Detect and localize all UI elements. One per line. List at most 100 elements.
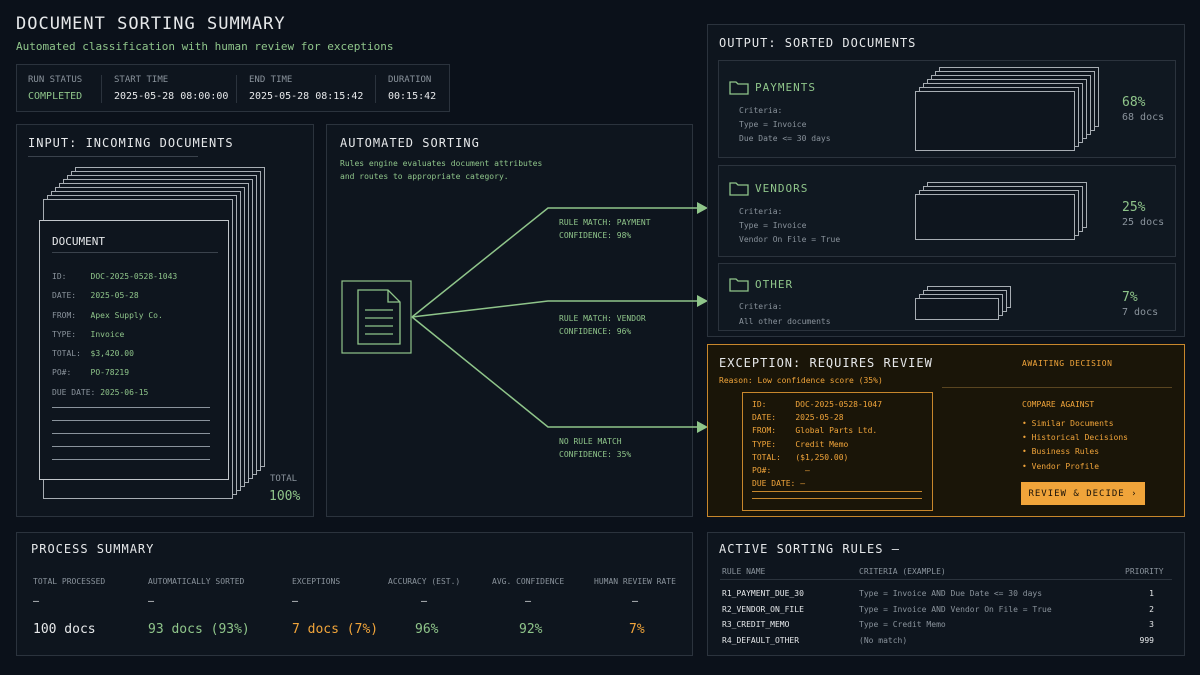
start-time-label: START TIME — [114, 75, 169, 85]
exc-field-label: PO#: — [752, 466, 772, 476]
folder-icon — [729, 81, 749, 95]
stat-label: AUTOMATICALLY SORTED — [148, 577, 245, 586]
compare-item: • Historical Decisions — [1022, 433, 1128, 443]
output-panel: OUTPUT: SORTED DOCUMENTS PAYMENTS Criter… — [707, 24, 1185, 337]
stat-value-accuracy: 96% — [415, 622, 439, 637]
divider — [942, 387, 1172, 388]
stat-value-auto-sorted: 93 docs (93%) — [148, 622, 250, 637]
stat-dash: — — [148, 596, 155, 607]
text-line — [52, 459, 210, 460]
duration-label: DURATION — [388, 75, 432, 85]
category-payments[interactable]: PAYMENTS Criteria: Type = Invoice Due Da… — [718, 60, 1176, 158]
rule-row[interactable]: R1_PAYMENT_DUE_30 Type = Invoice AND Due… — [722, 586, 1174, 602]
divider — [720, 579, 1172, 580]
rule-row[interactable]: R2_VENDOR_ON_FILE Type = Invoice AND Ven… — [722, 602, 1174, 618]
stat-label: HUMAN REVIEW RATE — [594, 577, 676, 586]
exc-field-value: Credit Memo — [795, 439, 849, 449]
end-time-value: 2025-05-28 08:15:42 — [249, 91, 364, 102]
pile-page — [915, 91, 1075, 151]
exc-field-label: DATE: — [752, 413, 777, 423]
page-subtitle: Automated classification with human revi… — [16, 40, 394, 53]
stat-value-confidence: 92% — [519, 622, 543, 637]
rule-priority: 2 — [1149, 604, 1154, 614]
exception-title: EXCEPTION: REQUIRES REVIEW — [719, 356, 933, 370]
criteria-line: Type = Invoice — [739, 221, 807, 230]
input-panel-title: INPUT: INCOMING DOCUMENTS — [28, 136, 234, 150]
doc-field-label: DATE: — [52, 291, 77, 301]
exc-field-row: DUE DATE: — — [752, 477, 882, 490]
doc-field-value: PO-78219 — [90, 368, 130, 378]
stat-label: TOTAL PROCESSED — [33, 577, 106, 586]
rule-priority: 1 — [1149, 589, 1154, 598]
divider — [52, 252, 218, 253]
stat-dash: — — [292, 596, 299, 607]
doc-field-value: Invoice — [90, 329, 125, 339]
stat-dash: — — [421, 596, 428, 607]
output-panel-title: OUTPUT: SORTED DOCUMENTS — [719, 36, 917, 50]
exc-field-label: TOTAL: — [752, 452, 781, 462]
rule-criteria: Type = Credit Memo — [859, 620, 946, 629]
process-summary-panel: PROCESS SUMMARY TOTAL PROCESSED — 100 do… — [16, 532, 693, 656]
rules-header-criteria: CRITERIA (EXAMPLE) — [859, 567, 946, 576]
text-line — [52, 420, 210, 421]
divider — [236, 75, 237, 103]
criteria-line: All other documents — [739, 317, 831, 326]
exc-field-label: DUE DATE: — [752, 479, 796, 489]
exc-field-row: TOTAL: ($1,250.00) — [752, 451, 882, 464]
category-other[interactable]: OTHER Criteria: All other documents 7% 7… — [718, 263, 1176, 331]
rule-criteria: Type = Invoice AND Due Date <= 30 days — [859, 589, 1043, 598]
route-exception-rule: NO RULE MATCH — [559, 437, 622, 446]
rules-header-priority: PRIORITY — [1125, 567, 1164, 576]
title-underline — [28, 156, 198, 157]
route-payment-rule: RULE MATCH: PAYMENT — [559, 218, 651, 227]
doc-field-value: 2025-05-28 — [90, 291, 139, 301]
category-name: OTHER — [755, 278, 794, 291]
stat-dash: — — [525, 596, 532, 607]
exc-field-value: Global Parts Ltd. — [795, 426, 878, 436]
category-vendors[interactable]: VENDORS Criteria: Type = Invoice Vendor … — [718, 165, 1176, 257]
divider — [101, 75, 102, 103]
exception-document-fields: ID: DOC-2025-0528-1047 DATE: 2025-05-28 … — [752, 398, 882, 490]
rules-table: R1_PAYMENT_DUE_30 Type = Invoice AND Due… — [722, 586, 1174, 648]
folder-icon — [729, 182, 749, 196]
stat-value-review-rate: 7% — [629, 622, 645, 637]
doc-field-label: PO#: — [52, 368, 72, 378]
doc-field-value: DOC-2025-0528-1043 — [90, 272, 178, 281]
category-percent: 68% — [1122, 95, 1146, 110]
category-count: 7 docs — [1122, 307, 1159, 318]
total-label: TOTAL — [270, 474, 298, 484]
sorting-panel-title: AUTOMATED SORTING — [340, 136, 480, 150]
text-line — [752, 491, 922, 492]
exception-document-card[interactable]: ID: DOC-2025-0528-1047 DATE: 2025-05-28 … — [742, 392, 933, 511]
criteria-line: Vendor On File = True — [739, 235, 841, 244]
document-fields: ID: DOC-2025-0528-1043 DATE: 2025-05-28 … — [52, 267, 177, 402]
compare-item: • Business Rules — [1022, 447, 1100, 457]
exc-field-row: PO#: — — [752, 464, 882, 477]
stat-label: EXCEPTIONS — [292, 577, 341, 586]
pile-page — [915, 194, 1075, 240]
rule-row[interactable]: R3_CREDIT_MEMO Type = Credit Memo 3 — [722, 617, 1174, 633]
criteria-label: Criteria: — [739, 302, 783, 311]
exc-field-value: 2025-05-28 — [795, 413, 844, 423]
exc-field-row: DATE: 2025-05-28 — [752, 411, 882, 424]
stacked-document-pile — [915, 286, 1015, 326]
document-card-title: DOCUMENT — [52, 235, 105, 248]
compare-list: • Similar Documents • Historical Decisio… — [1022, 417, 1128, 474]
exc-field-label: ID: — [752, 400, 767, 409]
rule-name: R1_PAYMENT_DUE_30 — [722, 589, 804, 598]
exception-reason: Reason: Low confidence score (35%) — [719, 376, 883, 385]
rule-priority: 999 — [1139, 635, 1154, 645]
doc-field-label: ID: — [52, 272, 67, 281]
process-summary-title: PROCESS SUMMARY — [31, 542, 155, 556]
document-card[interactable]: DOCUMENT ID: DOC-2025-0528-1043 DATE: 20… — [39, 220, 229, 480]
category-count: 25 docs — [1122, 217, 1165, 228]
doc-field-value: Apex Supply Co. — [90, 310, 163, 320]
stacked-document-pile — [915, 67, 1099, 157]
stacked-document-pile — [915, 182, 1099, 252]
exc-field-value: — — [804, 466, 810, 476]
rule-row[interactable]: R4_DEFAULT_OTHER (No match) 999 — [722, 633, 1174, 649]
review-decide-button[interactable]: REVIEW & DECIDE › — [1021, 482, 1145, 505]
total-value: 100% — [269, 489, 301, 504]
doc-field-row: PO#: PO-78219 — [52, 363, 177, 382]
doc-field-row: DUE DATE: 2025-06-15 — [52, 383, 177, 402]
